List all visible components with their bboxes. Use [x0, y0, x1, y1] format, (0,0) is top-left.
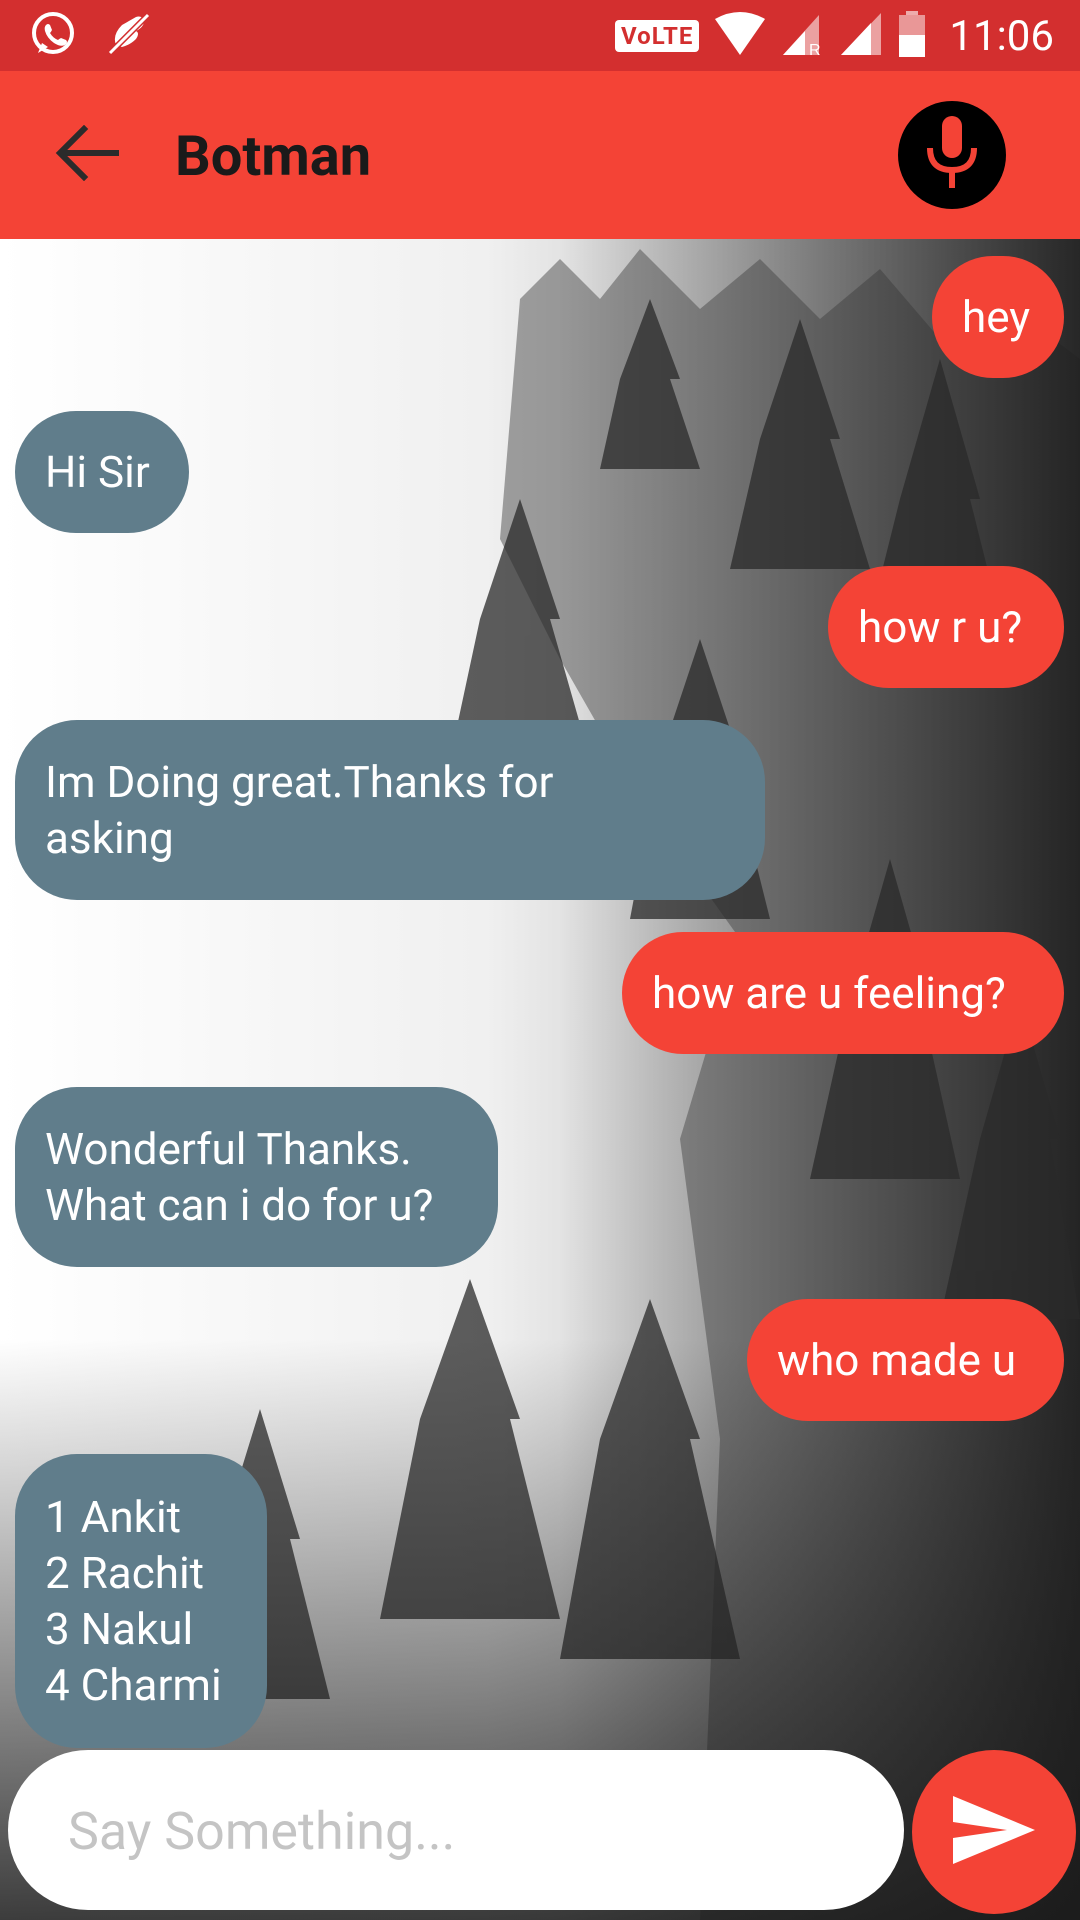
- svg-text:R: R: [809, 42, 821, 57]
- user-message: who made u: [747, 1299, 1064, 1421]
- page-title: Botman: [175, 123, 372, 189]
- status-bar: VoLTE R 11:06: [0, 0, 1080, 71]
- message-input-container: [8, 1750, 904, 1912]
- status-left: [28, 8, 154, 64]
- app-bar: Botman: [0, 71, 1080, 239]
- whatsapp-icon: [28, 9, 78, 63]
- send-icon: [949, 1792, 1039, 1872]
- user-message: how r u?: [828, 566, 1064, 688]
- arrow-back-icon: [52, 124, 120, 185]
- status-time: 11:06: [949, 11, 1054, 61]
- chat-area[interactable]: hey Hi Sir how r u? Im Doing great.Thank…: [0, 239, 1080, 1920]
- message-input[interactable]: [66, 1750, 870, 1912]
- muted-mic-icon: [104, 9, 154, 63]
- send-button[interactable]: [912, 1750, 1076, 1914]
- back-button[interactable]: [46, 124, 126, 185]
- user-message: how are u feeling?: [622, 932, 1064, 1054]
- voice-input-button[interactable]: [898, 101, 1006, 209]
- volte-badge: VoLTE: [615, 20, 700, 52]
- status-right: VoLTE R 11:06: [615, 8, 1054, 64]
- wifi-icon: [713, 11, 767, 61]
- signal-icon: [839, 11, 883, 61]
- bot-message: Im Doing great.Thanks for asking: [15, 720, 765, 900]
- bot-message: Hi Sir: [15, 411, 189, 533]
- bot-message: 1 Ankit 2 Rachit 3 Nakul 4 Charmi: [15, 1454, 267, 1748]
- mic-icon: [922, 114, 982, 196]
- user-message: hey: [932, 256, 1064, 378]
- battery-icon: [897, 11, 927, 61]
- bot-message: Wonderful Thanks. What can i do for u?: [15, 1087, 498, 1267]
- signal-roaming-icon: R: [781, 11, 825, 61]
